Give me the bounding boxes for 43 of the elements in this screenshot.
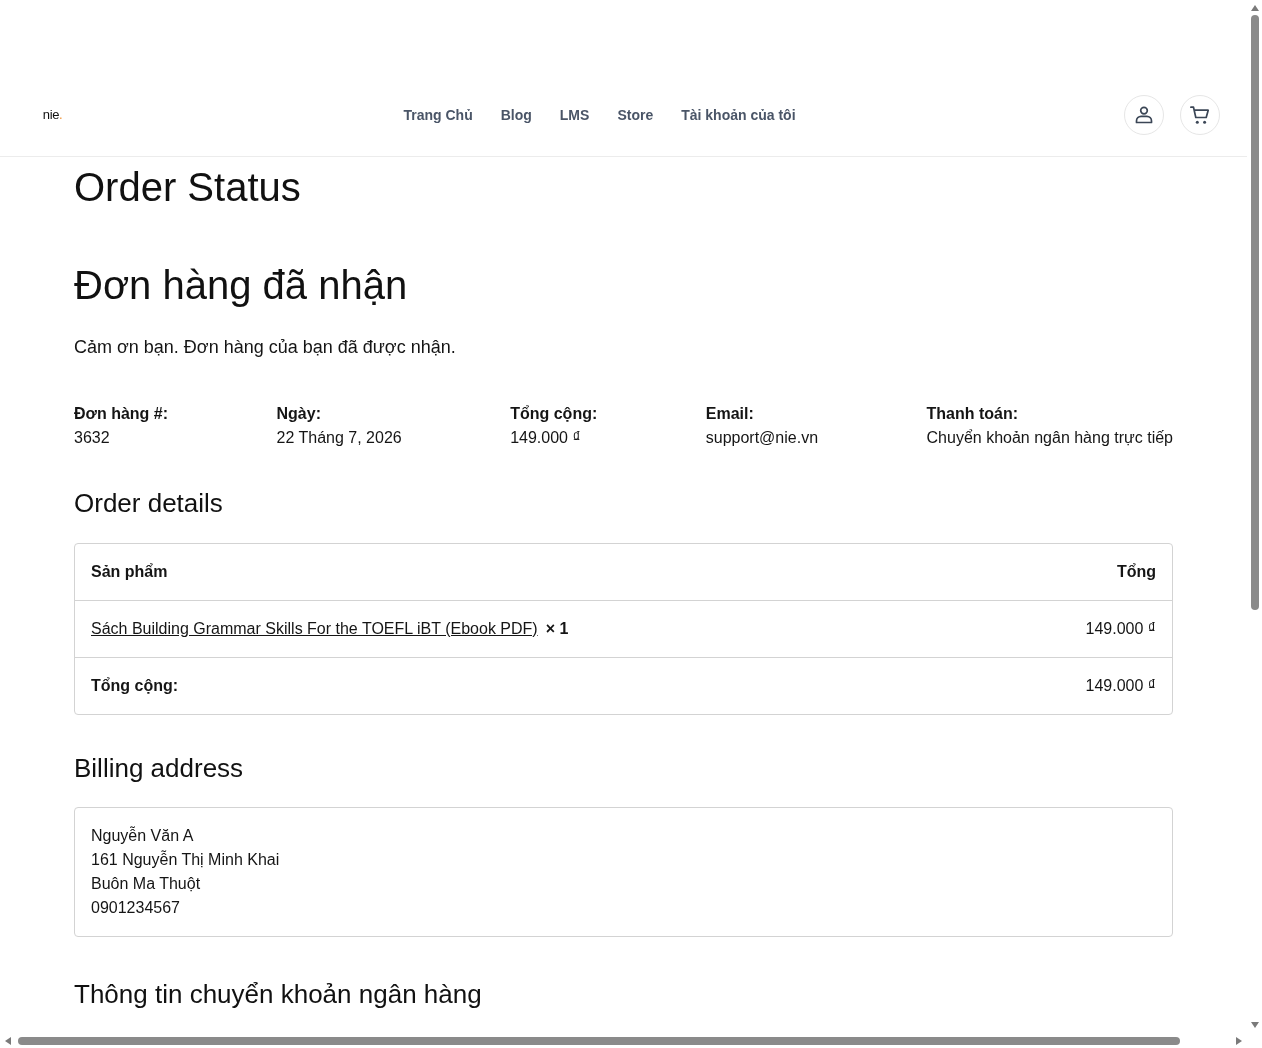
nav-link[interactable]: Trang Chủ (403, 105, 473, 125)
overview-label: Thanh toán: (926, 404, 1020, 424)
address-line: Buôn Ma Thuột (91, 874, 201, 894)
thank-you-message: Cảm ơn bạn. Đơn hàng của bạn đã được nhận. (74, 336, 457, 359)
column-header: Tổng (1116, 562, 1156, 582)
arrow-up-icon (1250, 5, 1259, 11)
cart-icon (1190, 106, 1210, 124)
price-text: 149.000 ₫ (1085, 619, 1156, 639)
section-heading: Billing address (74, 752, 245, 785)
overview-label: Email: (705, 404, 755, 424)
address-line: 161 Nguyễn Thị Minh Khai (91, 849, 280, 870)
total-value: 149.000 ₫ (1085, 676, 1156, 696)
scrollbar-thumb[interactable] (18, 1036, 1180, 1045)
arrow-down-icon (1250, 1022, 1259, 1028)
section-heading: Thông tin chuyển khoản ngân hàng (74, 978, 483, 1011)
cart-button[interactable] (1180, 95, 1220, 135)
section-heading: Order details (74, 487, 224, 520)
logo[interactable]: nie. (42, 107, 63, 123)
quantity-text: × 1 (545, 619, 569, 639)
overview-value: Chuyển khoản ngân hàng trực tiếp (926, 428, 1173, 448)
address-line: 0901234567 (91, 898, 180, 918)
overview-value: 22 Tháng 7, 2026 (276, 428, 402, 448)
order-received-heading: Đơn hàng đã nhận (74, 262, 409, 309)
overview-label: Đơn hàng #: (74, 404, 169, 424)
total-label: Tổng cộng: (91, 676, 179, 696)
overview-label: Ngày: (276, 404, 322, 424)
page-title: Order Status (74, 164, 302, 211)
product-link[interactable]: Sách Building Grammar Skills For the TOEFL iBT (Ebook PDF) (91, 617, 538, 641)
scrollbar-thumb[interactable] (1250, 15, 1259, 610)
column-header: Sản phẩm (91, 562, 168, 582)
overview-value: 149.000 ₫ (510, 428, 582, 448)
nav-link[interactable]: Tài khoản của tôi (681, 105, 796, 125)
user-icon (1135, 106, 1153, 124)
overview-value: 3632 (74, 428, 111, 448)
address-line: Nguyễn Văn A (91, 825, 194, 846)
overview-value: support@nie.vn (705, 428, 819, 448)
arrow-left-icon (5, 1036, 11, 1045)
nav-link[interactable]: Store (617, 105, 654, 125)
overview-label: Tổng cộng: (510, 404, 598, 424)
account-button[interactable] (1124, 95, 1164, 135)
arrow-right-icon (1236, 1036, 1242, 1045)
nav-link[interactable]: LMS (559, 105, 590, 125)
nav-link[interactable]: Blog (500, 105, 532, 125)
